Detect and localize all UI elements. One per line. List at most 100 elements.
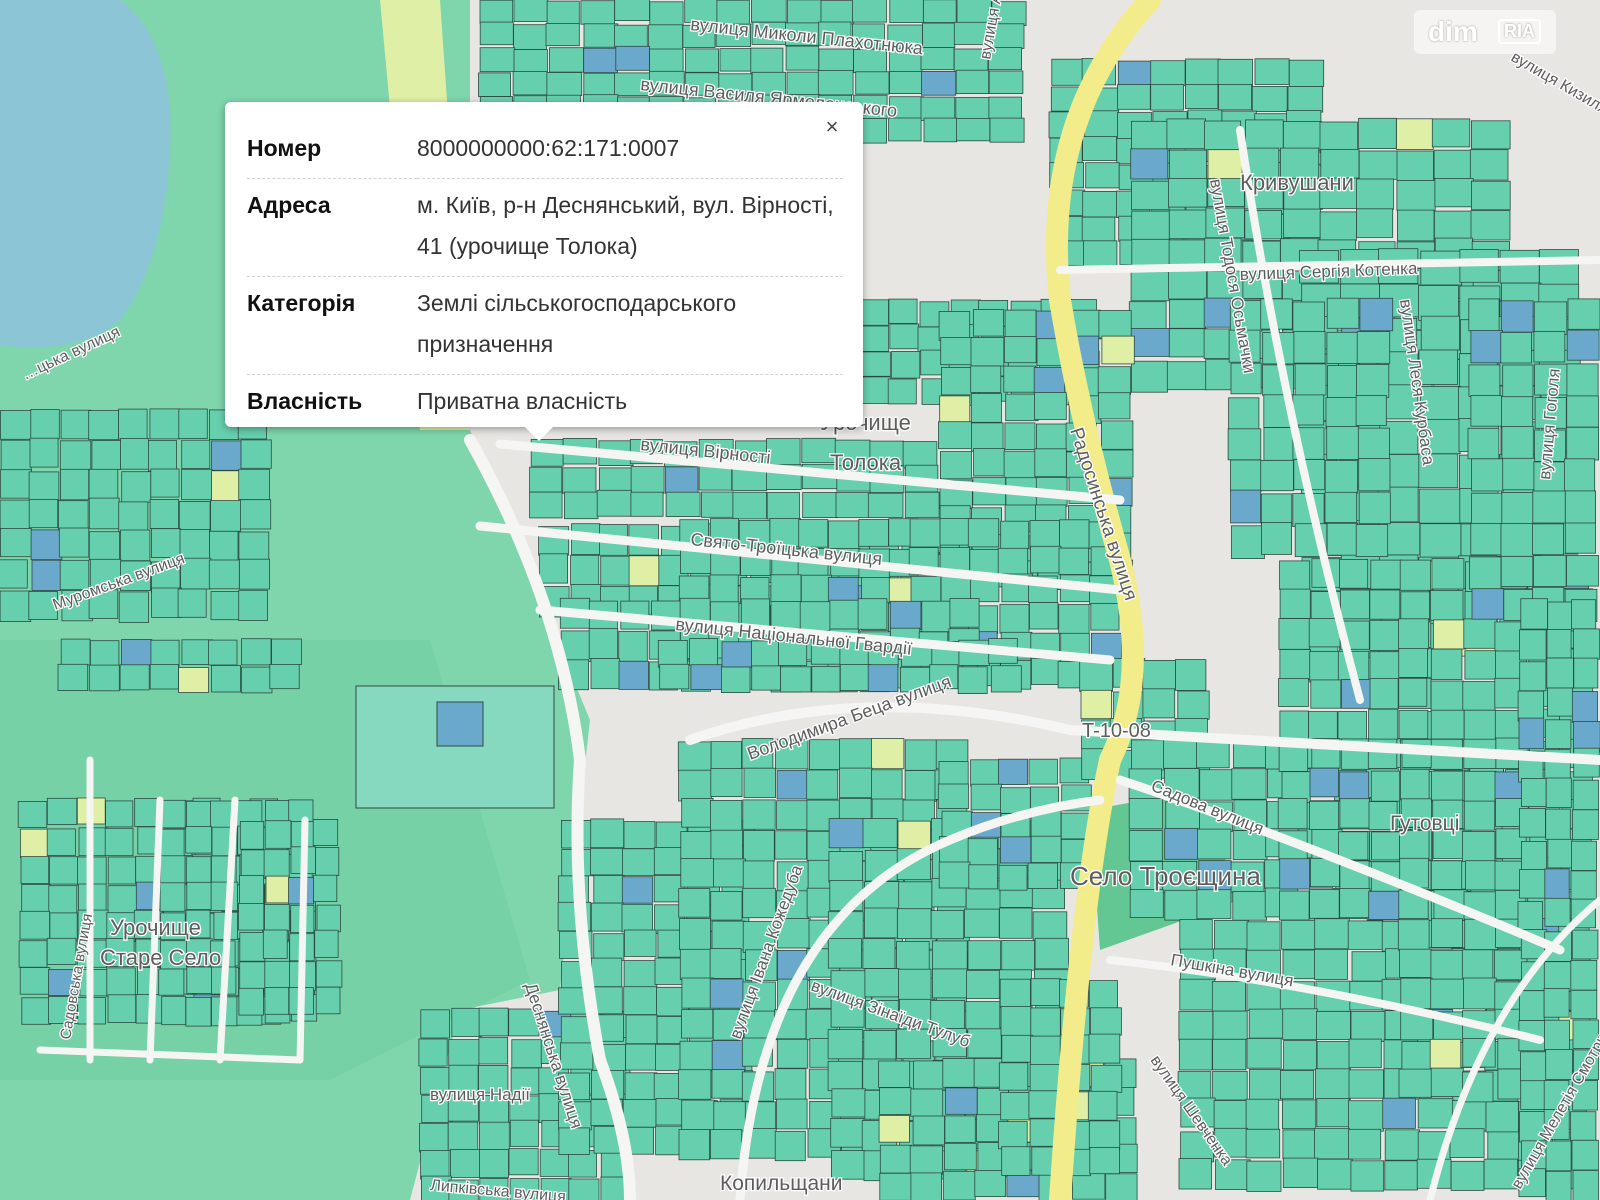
parcel (859, 351, 891, 377)
parcel (1281, 771, 1311, 804)
parcel (1399, 559, 1431, 591)
parcel (107, 856, 137, 885)
parcel (1519, 808, 1546, 838)
parcel (1326, 331, 1361, 364)
parcel (701, 491, 734, 518)
parcel (1316, 1041, 1351, 1073)
parcel (149, 408, 181, 440)
parcel (238, 987, 264, 1016)
parcel (1500, 523, 1535, 557)
parcel (1370, 770, 1401, 802)
parcel (1185, 58, 1221, 87)
parcel (988, 96, 1022, 122)
parcel (766, 438, 801, 466)
parcel (1371, 831, 1400, 861)
map-label: Копильщани (720, 1172, 843, 1195)
parcel (827, 1029, 864, 1060)
parcel (1348, 1038, 1382, 1069)
parcel (240, 439, 272, 469)
parcel (653, 847, 686, 875)
parcel (904, 739, 938, 771)
parcel (31, 559, 62, 592)
parcel (685, 48, 719, 73)
parcel (1309, 889, 1340, 919)
parcel (1000, 1092, 1032, 1121)
parcel (1468, 364, 1501, 397)
parcel (776, 800, 808, 830)
parcel (1319, 211, 1357, 241)
parcel (891, 350, 921, 379)
parcel (818, 48, 855, 74)
parcel (1179, 919, 1213, 951)
parcel (49, 856, 80, 885)
parcel (312, 819, 339, 846)
parcel (967, 838, 998, 866)
parcel (583, 72, 617, 97)
parcel (889, 323, 920, 350)
parcel (1231, 768, 1267, 800)
parcel (121, 471, 152, 503)
parcel (1085, 162, 1120, 189)
parcel (897, 908, 932, 940)
parcel (447, 1121, 479, 1151)
parcel (238, 531, 270, 562)
parcel (1034, 392, 1067, 420)
parcel (119, 664, 150, 691)
parcel (1418, 488, 1461, 524)
parcel (1519, 661, 1547, 692)
parcel (1400, 977, 1433, 1010)
parcel (657, 640, 688, 668)
parcel (1533, 301, 1568, 335)
parcel (780, 666, 812, 693)
parcel (879, 1144, 912, 1174)
parcel (1471, 120, 1511, 150)
parcel (0, 590, 32, 623)
parcel (1197, 828, 1232, 860)
parcel (970, 337, 1005, 367)
parcel (904, 491, 940, 519)
parcel (48, 885, 78, 915)
parcel (57, 663, 89, 691)
parcel (58, 527, 90, 558)
parcel (1573, 628, 1600, 660)
parcel (1282, 1129, 1318, 1160)
parcel (1463, 709, 1497, 741)
parcel (1485, 1101, 1519, 1133)
parcel (839, 738, 873, 769)
parcel (942, 1058, 976, 1088)
parcel (1356, 331, 1391, 364)
parcel (938, 861, 971, 889)
parcel (1142, 660, 1176, 690)
info-key: Категорія (247, 276, 417, 375)
parcel (1308, 711, 1338, 743)
parcel (512, 71, 548, 96)
parcel (1566, 329, 1600, 361)
parcel (859, 299, 889, 326)
parcel (1029, 602, 1059, 630)
parcel (998, 1121, 1028, 1150)
parcel (0, 410, 32, 440)
parcel (1430, 1067, 1464, 1097)
parcel (1142, 688, 1176, 719)
parcel (1279, 649, 1312, 681)
parcel (210, 591, 241, 621)
parcel (940, 336, 974, 366)
parcel (1433, 149, 1472, 180)
parcel (1546, 657, 1574, 689)
parcel (1545, 719, 1572, 749)
parcel (1533, 555, 1567, 587)
parcel (1520, 598, 1549, 630)
parcel (1003, 365, 1036, 393)
parcel (1338, 831, 1369, 861)
parcel (1279, 858, 1310, 890)
parcel (1279, 890, 1310, 921)
parcel (30, 529, 63, 561)
info-row-ownership: Власність Приватна власність (247, 375, 843, 432)
parcel (1310, 679, 1342, 709)
info-value: 8000000000:62:171:0007 (417, 122, 843, 179)
parcel (1433, 619, 1467, 650)
parcel (1544, 897, 1571, 927)
parcel (29, 437, 59, 468)
parcel (889, 600, 922, 630)
parcel (839, 664, 872, 691)
